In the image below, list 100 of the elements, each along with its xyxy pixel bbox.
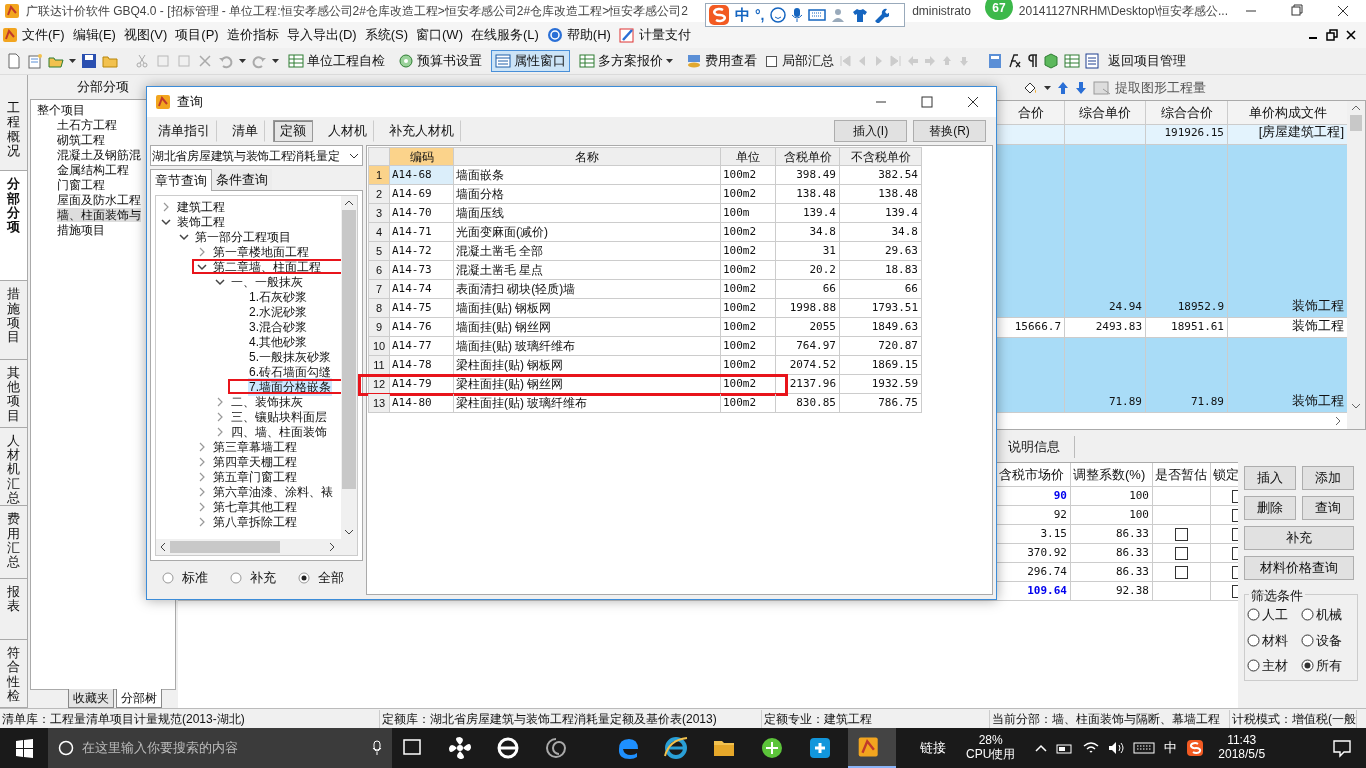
tab[interactable]: 清单 <box>225 120 265 142</box>
list-icon[interactable] <box>1085 53 1099 69</box>
scroll-left-icon[interactable] <box>160 542 166 552</box>
caret-icon[interactable] <box>69 59 76 63</box>
tree-item[interactable]: 土石方工程 <box>57 117 117 132</box>
toolbar-button[interactable]: 属性窗口 <box>491 50 570 72</box>
smiley-icon[interactable] <box>769 7 786 23</box>
radio-button[interactable]: 人工 <box>1247 605 1301 625</box>
radio-button[interactable]: 标准 <box>162 568 208 588</box>
checkbox[interactable] <box>766 55 777 67</box>
pilcrow-icon[interactable] <box>1026 53 1038 69</box>
caret-icon[interactable] <box>1044 85 1051 90</box>
tab[interactable]: 条件查询 <box>212 169 272 191</box>
menu-item[interactable]: 视图(V) <box>119 25 172 45</box>
checkbox[interactable] <box>1175 546 1188 560</box>
shirt-icon[interactable] <box>851 7 868 23</box>
wifi-icon[interactable] <box>1083 741 1100 755</box>
calculator-icon[interactable] <box>988 53 1002 69</box>
tree-item[interactable]: 整个项目 <box>37 102 85 117</box>
radio-button[interactable]: 全部 <box>298 568 344 588</box>
table-icon[interactable] <box>1064 53 1080 69</box>
microphone-icon[interactable] <box>790 7 803 23</box>
toolbar-button[interactable]: 费用查看 <box>682 50 761 72</box>
help-icon[interactable] <box>546 27 563 43</box>
tree-item[interactable]: 砌筑工程 <box>57 132 105 147</box>
tree-item[interactable]: 墙、柱面装饰与 <box>57 207 141 222</box>
gear-icon[interactable] <box>398 53 414 69</box>
scrollbar-thumb[interactable] <box>170 541 280 553</box>
bottom-tab[interactable]: 分部树 <box>116 689 162 708</box>
scroll-up-icon[interactable] <box>344 200 354 206</box>
tree-item[interactable]: 措施项目 <box>57 222 105 237</box>
radio-button[interactable]: 材料 <box>1247 630 1301 650</box>
toolbar-button[interactable]: 返回项目管理 <box>1104 50 1190 72</box>
checkbox[interactable] <box>1232 508 1238 522</box>
clock-time[interactable]: 11:43 <box>1227 734 1257 748</box>
action-button[interactable]: 删除 <box>1244 496 1296 520</box>
library-dropdown[interactable]: 湖北省房屋建筑与装饰工程消耗量定 <box>150 145 363 166</box>
checklist-icon[interactable] <box>288 53 304 69</box>
report-icon[interactable] <box>579 53 595 69</box>
toolbar-label[interactable]: 链接 <box>920 738 946 758</box>
tree-item[interactable]: 屋面及防水工程 <box>57 192 141 207</box>
punctuation-toggle[interactable]: °, <box>755 4 765 26</box>
tab[interactable]: 人材机 <box>321 120 374 142</box>
dialog-button[interactable]: 替换(R) <box>913 120 986 142</box>
checkbox[interactable] <box>1232 584 1238 598</box>
restore-icon[interactable] <box>1326 29 1338 41</box>
speaker-icon[interactable] <box>1108 741 1125 755</box>
tab[interactable]: 补充人材机 <box>382 120 461 142</box>
scrollbar-thumb[interactable] <box>1350 115 1362 131</box>
menu-item[interactable]: 导入导出(D) <box>282 25 361 45</box>
pencil-chart-icon[interactable] <box>618 27 635 43</box>
battery-icon[interactable] <box>1056 742 1075 754</box>
scrollbar-thumb[interactable] <box>342 210 356 489</box>
action-button[interactable]: 查询 <box>1302 496 1354 520</box>
menu-item[interactable]: 文件(F) <box>18 25 69 45</box>
radio-button[interactable]: 所有 <box>1301 656 1355 676</box>
radio-button[interactable]: 补充 <box>230 568 276 588</box>
action-button[interactable]: 材料价格查询 <box>1244 556 1354 580</box>
menu-item[interactable]: 编辑(E) <box>68 25 120 45</box>
window-icon[interactable] <box>495 53 511 69</box>
cube-icon[interactable] <box>1043 53 1059 69</box>
toolbar-button[interactable]: 单位工程自检 <box>284 50 389 72</box>
checkbox[interactable] <box>1175 565 1188 579</box>
input-mode-toggle[interactable]: 中 <box>735 3 750 27</box>
clock-date[interactable]: 2018/5/5 <box>1218 748 1266 762</box>
radio-button[interactable]: 主材 <box>1247 656 1301 676</box>
toolbar-button[interactable]: 多方案报价 <box>575 50 677 72</box>
menu-item[interactable]: 计量支付 <box>634 25 695 45</box>
tab[interactable]: 定额 <box>273 120 313 142</box>
checkbox[interactable] <box>1232 489 1238 503</box>
caret-icon[interactable] <box>239 59 246 63</box>
dialog-button[interactable]: 插入(I) <box>834 120 907 142</box>
scroll-right-icon[interactable] <box>1335 416 1341 426</box>
scroll-right-icon[interactable] <box>329 542 335 552</box>
search-field[interactable]: 在这里输入你要搜索的内容 <box>48 728 392 768</box>
side-tab[interactable]: 分部分项 <box>0 171 27 282</box>
checkbox[interactable] <box>1232 565 1238 579</box>
tree-item[interactable]: 金属结构工程 <box>57 162 129 177</box>
menu-item[interactable]: 窗口(W) <box>412 25 467 45</box>
close-icon[interactable] <box>1346 30 1356 40</box>
formula-icon[interactable] <box>1007 53 1021 69</box>
checkbox[interactable] <box>1175 527 1188 541</box>
scroll-down-icon[interactable] <box>344 529 354 535</box>
checkbox[interactable] <box>1232 546 1238 560</box>
scroll-up-icon[interactable] <box>1351 105 1361 111</box>
arrow-down-icon[interactable] <box>1075 80 1087 95</box>
tree-item[interactable]: 混凝土及钢筋混 <box>57 147 141 162</box>
menu-item[interactable]: 在线服务(L) <box>466 25 543 45</box>
caret-icon[interactable] <box>666 59 673 63</box>
tab[interactable]: 清单指引 <box>151 120 217 142</box>
arrow-up-icon[interactable] <box>1057 80 1069 95</box>
radio-button[interactable]: 设备 <box>1301 630 1355 650</box>
checkbox[interactable] <box>1232 527 1238 541</box>
tab[interactable]: 章节查询 <box>150 169 212 191</box>
save-icon[interactable] <box>81 53 97 69</box>
action-button[interactable]: 插入 <box>1244 466 1296 490</box>
scroll-down-icon[interactable] <box>1351 403 1361 409</box>
action-button[interactable]: 添加 <box>1302 466 1354 490</box>
menu-item[interactable]: 项目(P) <box>171 25 223 45</box>
tree-item[interactable]: 门窗工程 <box>57 177 105 192</box>
